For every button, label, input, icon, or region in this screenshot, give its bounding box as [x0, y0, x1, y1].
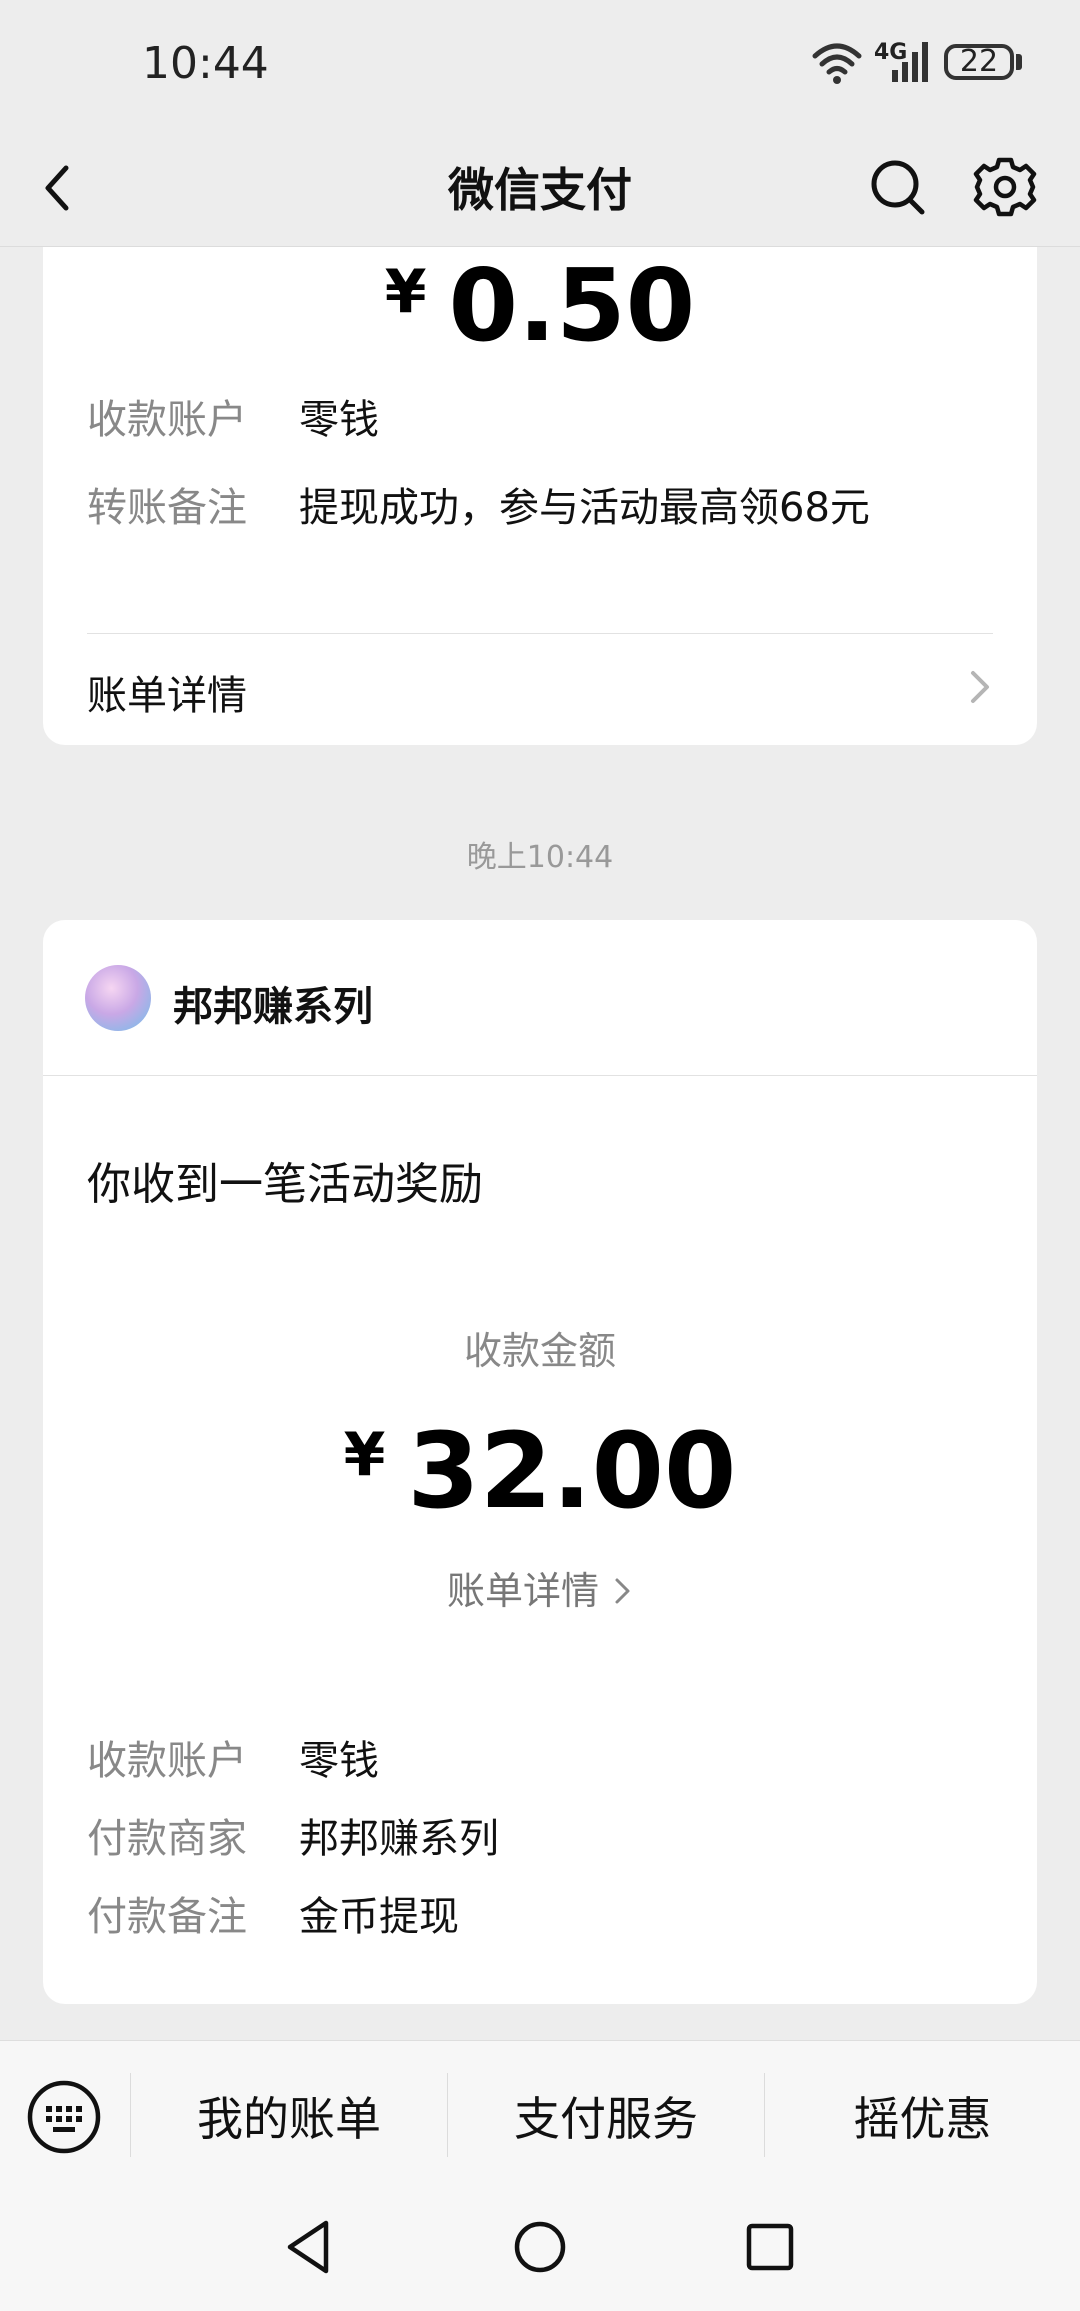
- payment-card-reward[interactable]: 邦邦赚系列 你收到一笔活动奖励 收款金额 ¥32.00 账单详情 收款账户 零钱 …: [43, 920, 1037, 2004]
- payment-card-transfer: ¥0.50 收款账户 零钱 转账备注 提现成功，参与活动最高领68元 账单详情: [43, 247, 1037, 745]
- detail-value: 邦邦赚系列: [299, 1816, 499, 1862]
- battery-icon: 22: [944, 44, 1014, 80]
- amount-label: 收款金额: [463, 1329, 616, 1373]
- amount-display: ¥32.00: [43, 1410, 1037, 1532]
- detail-value: 金币提现: [299, 1894, 459, 1940]
- system-home-icon[interactable]: [512, 2217, 568, 2277]
- search-icon[interactable]: [868, 154, 928, 220]
- detail-value: 零钱: [299, 1738, 379, 1784]
- merchant-name: 邦邦赚系列: [173, 984, 373, 1030]
- battery-level: 22: [959, 44, 999, 79]
- currency-symbol: ¥: [343, 1420, 386, 1490]
- detail-row: 付款商家 邦邦赚系列: [87, 1806, 499, 1864]
- battery-tip: [1016, 54, 1022, 70]
- gear-icon[interactable]: [972, 152, 1038, 222]
- detail-label: 付款备注: [87, 1894, 247, 1940]
- amount-display: ¥0.50: [43, 247, 1037, 364]
- detail-label: 收款账户: [87, 397, 247, 443]
- divider: [43, 1075, 1037, 1076]
- merchant-avatar[interactable]: [85, 965, 151, 1031]
- detail-label: 转账备注: [87, 485, 247, 531]
- message-timestamp: 晚上10:44: [466, 840, 614, 875]
- chevron-right-icon: [971, 671, 989, 703]
- chevron-right-icon: [615, 1578, 630, 1604]
- detail-value: 零钱: [299, 397, 379, 443]
- amount-value: 0.50: [448, 247, 696, 364]
- detail-row: 转账备注 提现成功，参与活动最高领68元: [87, 475, 870, 533]
- detail-row: 收款账户 零钱: [87, 1728, 379, 1786]
- currency-symbol: ¥: [384, 257, 427, 327]
- bottom-bar: 我的账单 支付服务 摇优惠: [0, 2040, 1080, 2311]
- keyboard-icon[interactable]: [26, 2079, 102, 2155]
- detail-value: 提现成功，参与活动最高领68元: [299, 485, 870, 531]
- bill-detail-link[interactable]: 账单详情: [43, 1560, 1037, 1615]
- status-time: 10:44: [142, 38, 269, 89]
- bill-detail-link[interactable]: 账单详情: [87, 663, 993, 721]
- detail-row: 付款备注 金币提现: [87, 1884, 459, 1942]
- status-bar: 10:44 4G 22: [0, 0, 1080, 130]
- menu-shake-offers[interactable]: 摇优惠: [765, 2083, 1080, 2149]
- system-recents-icon[interactable]: [742, 2217, 798, 2277]
- detail-label: 付款商家: [87, 1816, 247, 1862]
- amount-value: 32.00: [407, 1410, 737, 1532]
- message-list[interactable]: ¥0.50 收款账户 零钱 转账备注 提现成功，参与活动最高领68元 账单详情 晚上…: [0, 247, 1080, 2040]
- signal-icon: [892, 42, 928, 82]
- menu-payment-services[interactable]: 支付服务: [448, 2083, 764, 2149]
- notice-headline: 你收到一笔活动奖励: [87, 1159, 483, 1210]
- divider: [87, 633, 993, 634]
- menu-my-bills[interactable]: 我的账单: [131, 2083, 447, 2149]
- detail-row: 收款账户 零钱: [87, 387, 379, 445]
- nav-bar: 微信支付: [0, 130, 1080, 247]
- bill-detail-label: 账单详情: [87, 673, 247, 719]
- detail-label: 收款账户: [87, 1738, 247, 1784]
- bill-detail-label: 账单详情: [446, 1569, 599, 1613]
- wifi-icon: [812, 43, 862, 84]
- system-back-icon[interactable]: [282, 2217, 336, 2277]
